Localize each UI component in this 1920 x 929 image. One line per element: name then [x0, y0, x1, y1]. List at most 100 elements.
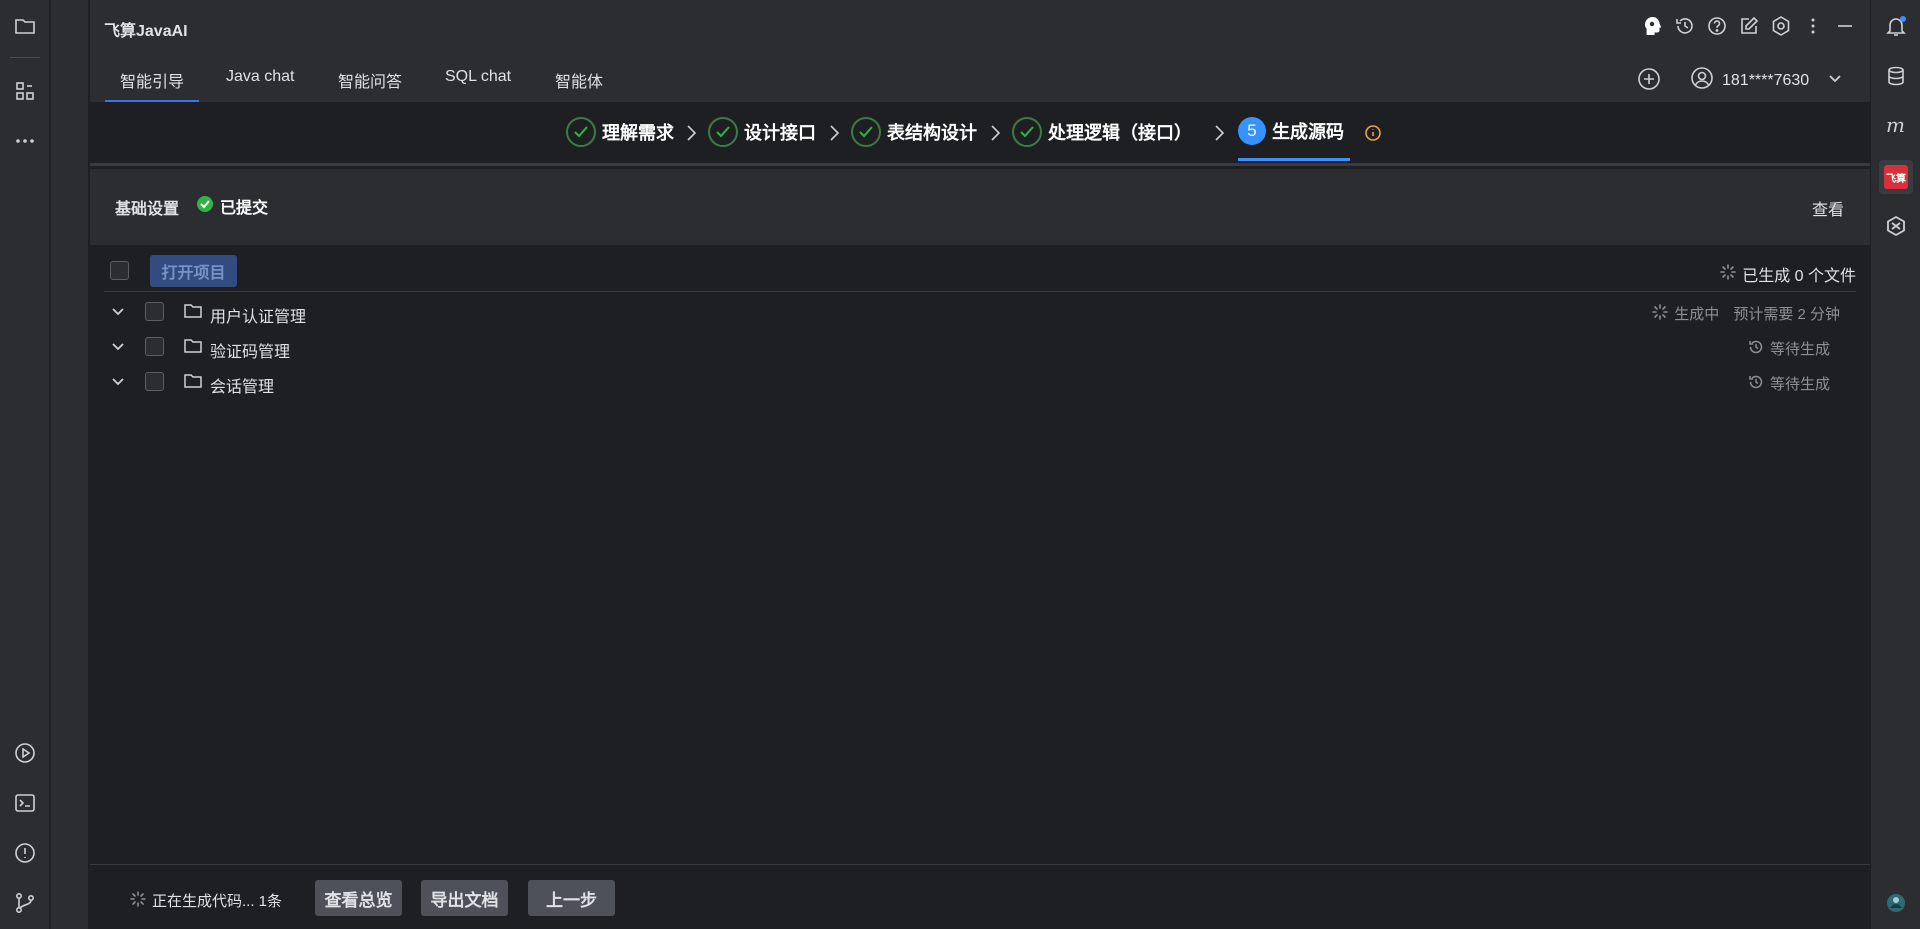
- terminal-icon[interactable]: [12, 790, 38, 816]
- generation-status: 等待生成: [1748, 338, 1830, 359]
- check-icon: [708, 117, 738, 147]
- chevron-down-icon[interactable]: [110, 373, 126, 392]
- row-checkbox[interactable]: [145, 337, 164, 356]
- left-bar-separator: [10, 57, 40, 58]
- generating-status: 正在生成代码... 1条: [130, 890, 282, 911]
- chevron-right-icon: [1212, 124, 1226, 145]
- select-all-checkbox[interactable]: [110, 261, 129, 280]
- ai-brain-icon[interactable]: [1640, 13, 1666, 39]
- chevron-right-icon: [684, 124, 698, 145]
- chevron-down-icon[interactable]: [110, 303, 126, 322]
- export-document-button[interactable]: 导出文档: [421, 880, 508, 916]
- module-name: 会话管理: [210, 379, 275, 396]
- tree-row[interactable]: 用户认证管理 生成中 预计需要 2 分钟: [90, 295, 1870, 329]
- step-label: 生成源码: [1272, 122, 1344, 142]
- step-design-interface[interactable]: 设计接口: [708, 117, 816, 147]
- status-text: 等待生成: [1769, 376, 1830, 393]
- right-tool-bar: m 飞算: [1870, 0, 1920, 929]
- basic-settings-section: 基础设置 已提交 查看: [90, 169, 1870, 245]
- status-text: 等待生成: [1769, 341, 1830, 358]
- folder-icon: [184, 338, 202, 357]
- history-icon: [1748, 339, 1764, 359]
- kebab-menu-icon[interactable]: [1800, 13, 1826, 39]
- tab-agent[interactable]: 智能体: [555, 68, 603, 92]
- step-label: 处理逻辑（接口）: [1048, 123, 1192, 143]
- project-folder-icon[interactable]: [12, 13, 38, 39]
- database-icon[interactable]: [1883, 63, 1909, 89]
- git-icon[interactable]: [12, 890, 38, 916]
- generated-count-text: 已生成 0 个文件: [1742, 268, 1856, 285]
- basic-settings-title: 基础设置: [115, 201, 180, 218]
- history-icon[interactable]: [1672, 13, 1698, 39]
- row-checkbox[interactable]: [145, 372, 164, 391]
- editor-gutter: [51, 0, 89, 929]
- feisuan-badge: 飞算: [1884, 165, 1908, 189]
- help-icon[interactable]: [1704, 13, 1730, 39]
- tab-java-chat[interactable]: Java chat: [226, 68, 294, 86]
- generation-status: 生成中 预计需要 2 分钟: [1652, 303, 1840, 324]
- previous-step-button[interactable]: 上一步: [528, 880, 615, 916]
- estimate-text: 预计需要 2 分钟: [1733, 306, 1840, 323]
- step-label: 表结构设计: [887, 123, 977, 143]
- maven-icon[interactable]: m: [1883, 113, 1909, 139]
- file-toolbar: 打开项目 已生成 0 个文件: [90, 250, 1870, 292]
- tab-sql-chat[interactable]: SQL chat: [445, 68, 511, 86]
- minimize-icon[interactable]: [1832, 13, 1858, 39]
- view-overview-button[interactable]: 查看总览: [315, 880, 402, 916]
- row-checkbox[interactable]: [145, 302, 164, 321]
- feisuan-panel: 飞算JavaAI 智能引导 Java chat 智能问答 SQL chat 智能…: [90, 0, 1870, 929]
- user-name: 181****7630: [1722, 71, 1810, 89]
- tree-row[interactable]: 会话管理 等待生成: [90, 365, 1870, 399]
- check-circle-icon: [196, 195, 214, 218]
- app-title: 飞算JavaAI: [104, 23, 188, 40]
- module-name: 用户认证管理: [210, 309, 307, 326]
- svg-text:m: m: [1886, 115, 1905, 137]
- left-tool-bar: [0, 0, 50, 929]
- new-session-plus-icon[interactable]: [1636, 66, 1662, 92]
- info-icon[interactable]: [1364, 124, 1382, 145]
- spinner-icon: [1720, 263, 1737, 285]
- tree-row[interactable]: 验证码管理 等待生成: [90, 330, 1870, 364]
- footer-bar: 正在生成代码... 1条 查看总览 导出文档 上一步: [90, 864, 1870, 929]
- more-icon[interactable]: [12, 128, 38, 154]
- user-avatar-icon: [1690, 66, 1714, 95]
- user-account-menu[interactable]: 181****7630: [1690, 66, 1843, 95]
- step-label: 设计接口: [744, 123, 816, 143]
- list-divider: [104, 291, 1856, 292]
- view-button[interactable]: 查看: [1812, 196, 1844, 220]
- progress-steps: 理解需求 设计接口 表结构设计 处理逻辑（接口） 5 生成源码: [90, 102, 1870, 166]
- tab-smart-qa[interactable]: 智能问答: [338, 68, 402, 92]
- step-label: 理解需求: [602, 123, 674, 143]
- history-icon: [1748, 374, 1764, 394]
- folder-icon: [184, 303, 202, 322]
- chevron-right-icon: [988, 124, 1002, 145]
- user-avatar-icon[interactable]: [1883, 890, 1909, 916]
- step-understand-requirements[interactable]: 理解需求: [566, 117, 674, 147]
- edit-icon[interactable]: [1736, 13, 1762, 39]
- check-icon: [1012, 117, 1042, 147]
- active-step-indicator: [1238, 158, 1350, 161]
- chevron-down-icon[interactable]: [110, 338, 126, 357]
- ai-assistant-icon[interactable]: [1883, 213, 1909, 239]
- tab-smart-guide[interactable]: 智能引导: [120, 68, 184, 92]
- check-icon: [851, 117, 881, 147]
- settings-icon[interactable]: [1768, 13, 1794, 39]
- notifications-bell-icon[interactable]: [1883, 13, 1909, 39]
- title-bar-actions: [1640, 13, 1858, 39]
- open-project-button[interactable]: 打开项目: [150, 255, 237, 287]
- generation-status: 等待生成: [1748, 373, 1830, 394]
- tab-bar: 智能引导 Java chat 智能问答 SQL chat 智能体 181****…: [90, 56, 1870, 102]
- step-processing-logic[interactable]: 处理逻辑（接口）: [1012, 117, 1192, 147]
- panel-title-bar: 飞算JavaAI: [90, 0, 1870, 56]
- folder-icon: [184, 373, 202, 392]
- problems-icon[interactable]: [12, 840, 38, 866]
- chevron-down-icon: [1827, 70, 1843, 91]
- structure-icon[interactable]: [12, 78, 38, 104]
- step-generate-source[interactable]: 5 生成源码: [1238, 117, 1344, 145]
- step-table-design[interactable]: 表结构设计: [851, 117, 977, 147]
- feisuan-plugin-icon[interactable]: 飞算: [1879, 160, 1913, 194]
- module-name: 验证码管理: [210, 344, 291, 361]
- step-number-badge: 5: [1238, 117, 1266, 145]
- run-icon[interactable]: [12, 740, 38, 766]
- spinner-icon: [130, 890, 146, 911]
